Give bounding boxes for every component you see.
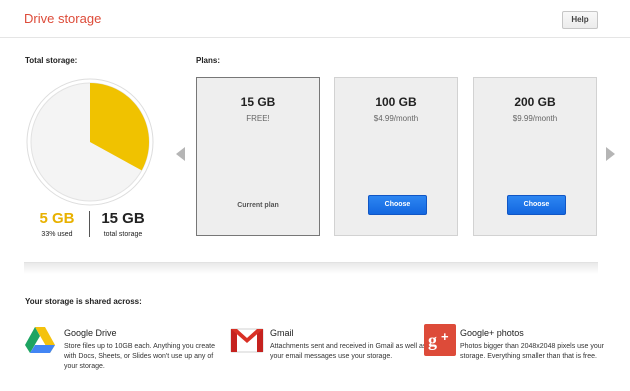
total-value: 15 GB: [101, 210, 145, 227]
plan-price: $4.99/month: [373, 114, 419, 123]
svg-text:g: g: [428, 330, 437, 350]
top-bar: Drive storage Help: [0, 0, 630, 38]
help-button[interactable]: Help: [562, 11, 598, 29]
used-stat: 5 GB 33% used: [26, 210, 88, 238]
total-stat: 15 GB total storage: [92, 210, 154, 238]
choose-100gb-button[interactable]: Choose: [368, 195, 427, 215]
google-plus-icon: g +: [424, 324, 456, 356]
shared-item-description: Attachments sent and received in Gmail a…: [270, 343, 427, 360]
plan-price: FREE!: [246, 114, 270, 123]
shared-item-name: Gmail: [270, 328, 294, 338]
google-drive-icon: [24, 324, 56, 356]
plan-size: 15 GB: [240, 95, 276, 109]
page-title: Drive storage: [24, 11, 102, 26]
storage-pie-chart: [26, 78, 154, 206]
next-plans-arrow-icon[interactable]: [606, 147, 615, 161]
stat-divider: [89, 211, 90, 237]
previous-plans-arrow-icon[interactable]: [176, 147, 185, 161]
shared-item-name: Google Drive: [64, 328, 117, 338]
total-storage-label: Total storage:: [25, 56, 78, 65]
shared-across-label: Your storage is shared across:: [25, 297, 142, 306]
plan-price: $9.99/month: [512, 114, 558, 123]
plan-size: 100 GB: [375, 95, 417, 109]
current-plan-label: Current plan: [237, 202, 279, 209]
svg-text:+: +: [441, 329, 449, 344]
choose-200gb-button[interactable]: Choose: [507, 195, 566, 215]
section-divider: [24, 262, 598, 274]
plan-card-15gb: 15 GB FREE! Current plan: [196, 77, 320, 236]
gmail-icon: [230, 324, 264, 356]
plan-card-100gb: 100 GB $4.99/month Choose: [334, 77, 458, 236]
total-caption: total storage: [103, 231, 143, 238]
shared-item-name: Google+ photos: [460, 328, 524, 338]
plan-size: 200 GB: [514, 95, 556, 109]
used-value: 5 GB: [39, 210, 75, 227]
plan-card-200gb: 200 GB $9.99/month Choose: [473, 77, 597, 236]
shared-item-description: Photos bigger than 2048x2048 pixels use …: [460, 343, 604, 360]
plans-label: Plans:: [196, 56, 221, 65]
used-caption: 33% used: [41, 231, 73, 238]
shared-item-description: Store files up to 10GB each. Anything yo…: [64, 343, 215, 370]
